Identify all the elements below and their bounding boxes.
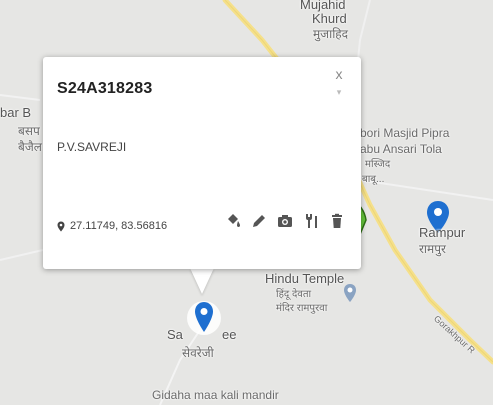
info-popup: S24A318283 x ▾ P.V.SAVREJI 27.11749, 83.…	[43, 57, 361, 269]
paint-bucket-button[interactable]	[225, 212, 241, 230]
close-icon[interactable]: x	[332, 67, 346, 81]
label-masjid-hi: मस्जिद	[365, 159, 391, 170]
popup-title: S24A318283	[57, 80, 153, 97]
popup-toolbar	[225, 212, 345, 230]
label-gidaha: Gidaha maa kali mandir	[152, 388, 279, 402]
label-hindu-temple-hi2: मंदिर रामपुरवा	[276, 303, 328, 314]
camera-icon	[278, 215, 292, 227]
chevron-down-icon: ▾	[336, 87, 342, 97]
label-hindu-temple: Hindu Temple	[265, 271, 345, 286]
coordinates: 27.11749, 83.56816	[57, 220, 167, 232]
label-rampur: Rampur	[419, 225, 466, 240]
popup-tail	[190, 268, 214, 294]
label-savreji-b: ee	[222, 327, 237, 342]
label-savreji-a: Sa	[167, 327, 183, 342]
label-savreji-hi: सेवरेजी	[182, 346, 214, 360]
label-hindu-temple-hi1: हिंदू देवता	[276, 289, 312, 300]
temple-pin-icon[interactable]	[343, 283, 357, 303]
trash-icon	[332, 213, 342, 228]
edit-button[interactable]	[251, 212, 267, 230]
popup-subtitle: P.V.SAVREJI	[57, 140, 127, 154]
tools-button[interactable]	[303, 212, 319, 230]
label-basanp-hi: बसप	[18, 124, 40, 138]
pencil-icon	[253, 215, 265, 227]
label-babu-hi: बाबू...	[362, 174, 385, 185]
paint-bucket-icon	[228, 214, 240, 227]
close-button[interactable]: x ▾	[332, 67, 346, 107]
label-masjid-pipra: bori Masjid Pipra	[360, 126, 450, 140]
label-mujahid-hi: मुजाहिद	[313, 27, 349, 41]
label-khurd: Khurd	[312, 11, 347, 26]
label-bajail-hi: बैजैल	[18, 140, 42, 154]
label-rampur-hi: रामपुर	[419, 242, 446, 256]
camera-button[interactable]	[277, 212, 293, 230]
coordinates-text: 27.11749, 83.56816	[70, 220, 168, 232]
tools-icon	[306, 214, 317, 228]
label-bar-b: bar B	[0, 105, 32, 120]
delete-button[interactable]	[329, 212, 345, 230]
selected-pin-icon[interactable]	[186, 294, 222, 342]
location-pin-icon	[57, 221, 65, 231]
label-babu-ansari: abu Ansari Tola	[360, 142, 442, 156]
